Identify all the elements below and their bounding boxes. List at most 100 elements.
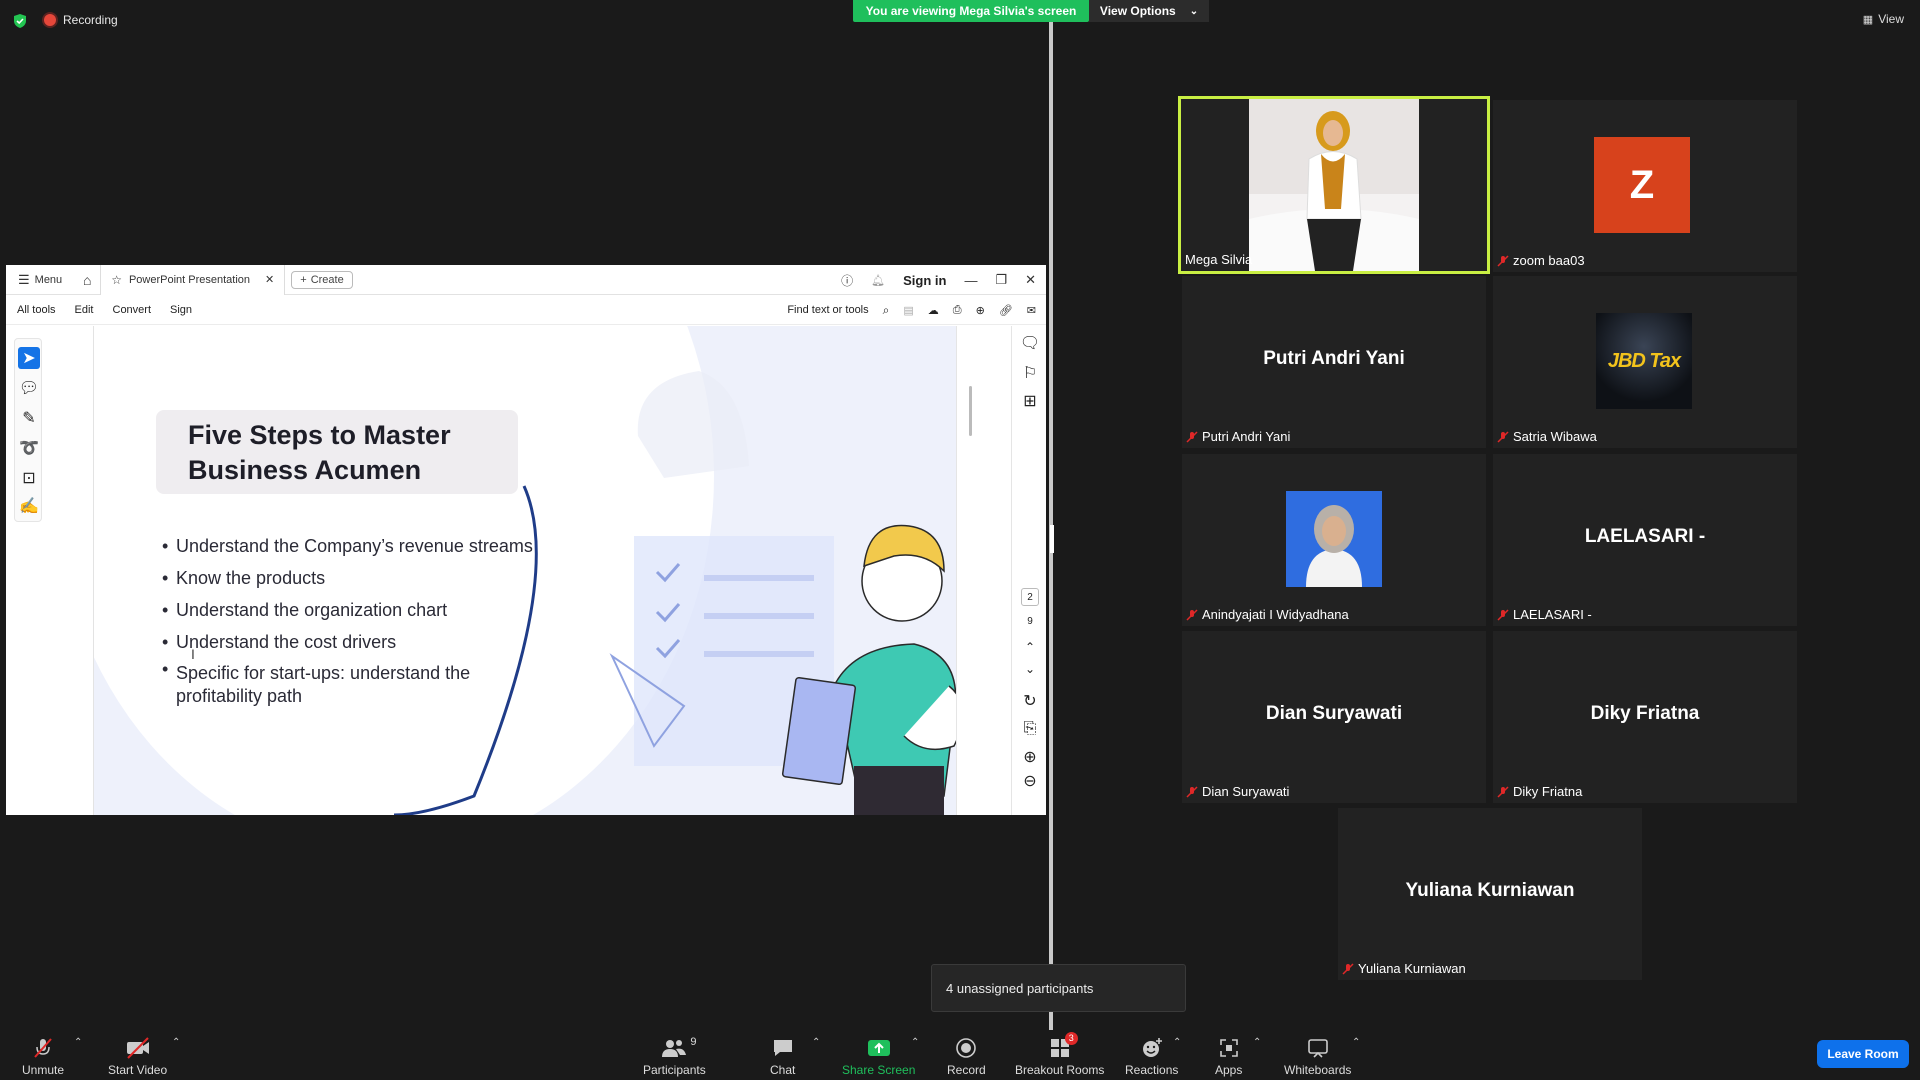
view-options-button[interactable]: View Options ⌄ bbox=[1089, 0, 1209, 22]
participant-name: Diky Friatna bbox=[1493, 782, 1586, 801]
video-tile[interactable]: Putri Andri Yani Putri Andri Yani bbox=[1182, 276, 1486, 448]
chevron-up-icon[interactable]: ⌃ bbox=[1021, 638, 1039, 656]
video-tile[interactable]: Z zoom baa03 bbox=[1493, 100, 1797, 272]
video-options-caret[interactable]: ⌃ bbox=[172, 1037, 180, 1048]
audio-options-caret[interactable]: ⌃ bbox=[74, 1037, 82, 1048]
close-window-icon[interactable]: ✕ bbox=[1025, 272, 1036, 288]
email-icon[interactable]: ✉ bbox=[1027, 304, 1036, 317]
share-link-icon[interactable]: ⊕ bbox=[976, 304, 985, 317]
menubar-all-tools[interactable]: All tools bbox=[17, 304, 56, 316]
chevron-down-icon: ⌄ bbox=[1189, 5, 1199, 17]
apps-options-caret[interactable]: ⌃ bbox=[1253, 1037, 1261, 1048]
link-icon[interactable]: 🔗︎ bbox=[999, 304, 1013, 317]
participant-name-text: Mega Silvia bbox=[1185, 252, 1253, 267]
highlight-pen-icon[interactable]: ✎ bbox=[18, 407, 40, 429]
minimize-icon[interactable]: — bbox=[964, 273, 977, 288]
video-tile[interactable]: JBD Tax Satria Wibawa bbox=[1493, 276, 1797, 448]
unassigned-participants-popup[interactable]: 4 unassigned participants bbox=[931, 964, 1186, 1012]
muted-mic-icon bbox=[1497, 608, 1509, 621]
viewer-menubar: All tools Edit Convert Sign Find text or… bbox=[6, 295, 1046, 325]
help-icon[interactable]: ⓘ bbox=[841, 272, 853, 289]
chat-button[interactable]: Chat bbox=[770, 1036, 795, 1077]
close-tab-icon[interactable]: ✕ bbox=[265, 273, 274, 286]
home-icon[interactable]: ⌂ bbox=[74, 272, 100, 288]
unmute-label: Unmute bbox=[22, 1063, 65, 1077]
zoom-in-icon[interactable]: ⊕ bbox=[1021, 748, 1039, 766]
search-icon[interactable]: ⌕ bbox=[883, 303, 890, 318]
slide-title: Five Steps to Master Business Acumen bbox=[156, 410, 518, 494]
slide-canvas[interactable]: Five Steps to Master Business Acumen Und… bbox=[94, 326, 956, 815]
record-icon bbox=[955, 1036, 977, 1060]
menu-label: Menu bbox=[34, 273, 63, 286]
star-icon[interactable]: ☆ bbox=[111, 273, 122, 287]
viewing-banner: You are viewing Mega Silvia's screen bbox=[853, 0, 1089, 22]
menubar-sign[interactable]: Sign bbox=[170, 304, 192, 316]
menubar-convert[interactable]: Convert bbox=[113, 304, 152, 316]
shared-screen: ☰ Menu ⌂ ☆ PowerPoint Presentation ✕ + Creat… bbox=[6, 265, 1046, 815]
video-tile[interactable]: Diky Friatna Diky Friatna bbox=[1493, 631, 1797, 803]
chevron-down-icon[interactable]: ⌄ bbox=[1021, 660, 1039, 678]
text-box-icon[interactable]: ⊡ bbox=[18, 467, 40, 489]
thumbnails-icon[interactable]: ⊞ bbox=[1021, 392, 1039, 410]
participants-button[interactable]: 9 Participants bbox=[643, 1036, 706, 1077]
whiteboards-options-caret[interactable]: ⌃ bbox=[1352, 1037, 1360, 1048]
save-icon[interactable]: ▤ bbox=[903, 304, 913, 317]
sign-pen-icon[interactable]: ✍ bbox=[18, 495, 40, 517]
leave-room-button[interactable]: Leave Room bbox=[1817, 1040, 1909, 1068]
video-tile[interactable]: Dian Suryawati Dian Suryawati bbox=[1182, 631, 1486, 803]
apps-button[interactable]: Apps bbox=[1215, 1036, 1242, 1077]
notification-bell-icon[interactable]: 🔔︎ bbox=[871, 274, 885, 287]
muted-mic-icon bbox=[31, 1036, 55, 1060]
view-button[interactable]: ▦ View bbox=[1863, 12, 1904, 26]
video-tile[interactable]: Yuliana Kurniawan Yuliana Kurniawan bbox=[1338, 808, 1642, 980]
find-input[interactable]: Find text or tools bbox=[787, 304, 868, 316]
comments-panel-icon[interactable]: 🗨︎ bbox=[1020, 334, 1040, 352]
restore-icon[interactable]: ❐ bbox=[995, 272, 1007, 288]
video-tile[interactable]: Mega Silvia bbox=[1178, 96, 1490, 274]
whiteboards-button[interactable]: Whiteboards bbox=[1284, 1036, 1351, 1077]
tool-column: ➤ 💬︎ ✎ ➰ ⊡ ✍ bbox=[14, 338, 42, 522]
participant-avatar: Z bbox=[1594, 137, 1690, 233]
comment-icon[interactable]: 💬︎ bbox=[18, 377, 40, 399]
participant-name-text: Diky Friatna bbox=[1513, 784, 1583, 799]
document-tab[interactable]: ☆ PowerPoint Presentation ✕ bbox=[100, 265, 286, 295]
bookmark-icon[interactable]: ⚐ bbox=[1021, 364, 1039, 382]
page-fit-icon[interactable]: ⎘ bbox=[1021, 720, 1039, 738]
divider-handle[interactable] bbox=[1050, 525, 1054, 553]
select-cursor-icon[interactable]: ➤ bbox=[18, 347, 40, 369]
slide-bullet: Understand the Company’s revenue streams bbox=[162, 530, 582, 562]
recording-dot-icon bbox=[44, 14, 56, 26]
sign-in-button[interactable]: Sign in bbox=[903, 273, 946, 288]
upload-cloud-icon[interactable]: ☁ bbox=[928, 304, 939, 317]
record-button[interactable]: Record bbox=[947, 1036, 986, 1077]
reactions-button[interactable]: Reactions bbox=[1125, 1036, 1178, 1077]
menubar-edit[interactable]: Edit bbox=[75, 304, 94, 316]
scrollbar-thumb[interactable] bbox=[969, 386, 972, 436]
participant-display-name: Putri Andri Yani bbox=[1263, 348, 1405, 369]
video-tile[interactable]: LAELASARI - LAELASARI - bbox=[1493, 454, 1797, 626]
print-icon[interactable]: ⎙ bbox=[953, 304, 962, 317]
video-tile[interactable]: Anindyajati I Widyadhana bbox=[1182, 454, 1486, 626]
start-video-button[interactable]: Start Video bbox=[108, 1036, 167, 1077]
recording-indicator[interactable]: Recording bbox=[44, 13, 118, 27]
chat-options-caret[interactable]: ⌃ bbox=[812, 1037, 820, 1048]
share-screen-button[interactable]: Share Screen bbox=[842, 1036, 915, 1077]
share-options-caret[interactable]: ⌃ bbox=[911, 1037, 919, 1048]
participant-name: Satria Wibawa bbox=[1493, 427, 1601, 446]
security-shield-icon[interactable] bbox=[12, 13, 28, 29]
breakout-rooms-button[interactable]: 3 Breakout Rooms bbox=[1015, 1032, 1104, 1077]
reactions-options-caret[interactable]: ⌃ bbox=[1173, 1037, 1181, 1048]
chat-icon bbox=[771, 1036, 795, 1060]
menu-button[interactable]: ☰ Menu bbox=[6, 272, 74, 288]
recording-label: Recording bbox=[63, 13, 118, 27]
freehand-draw-icon[interactable]: ➰ bbox=[18, 437, 40, 459]
create-button[interactable]: + Create bbox=[291, 270, 353, 289]
unmute-button[interactable]: Unmute bbox=[22, 1036, 64, 1077]
current-page-field[interactable]: 2 bbox=[1021, 588, 1039, 606]
rotate-icon[interactable]: ↻ bbox=[1021, 692, 1039, 710]
breakout-badge: 3 bbox=[1064, 1032, 1078, 1045]
slide-bullet: Know the products bbox=[162, 562, 582, 594]
annotation-toolbar: ➤ 💬︎ ✎ ➰ ⊡ ✍ bbox=[6, 326, 94, 815]
slide-bullet-list: Understand the Company’s revenue streams… bbox=[162, 530, 582, 708]
zoom-out-icon[interactable]: ⊖ bbox=[1021, 772, 1039, 790]
